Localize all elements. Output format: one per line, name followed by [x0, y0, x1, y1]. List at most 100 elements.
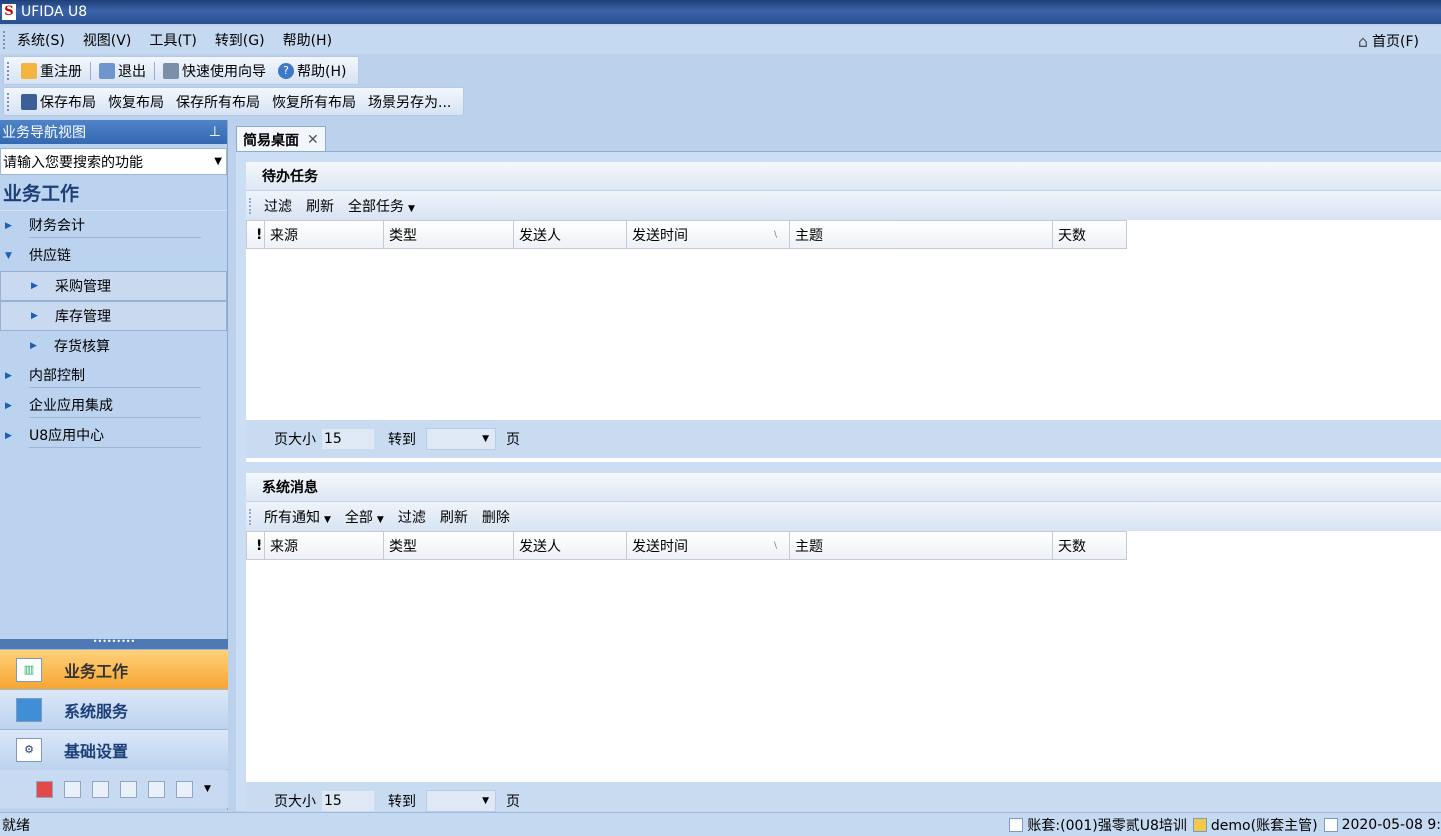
dropdown-arrow-icon[interactable]: ▼ — [214, 156, 222, 167]
column-header-subject[interactable]: 主题 — [790, 531, 1053, 560]
more-dropdown-icon[interactable]: ▼ — [204, 784, 211, 794]
column-header-days[interactable]: 天数 — [1053, 531, 1127, 560]
help-button[interactable]: ? 帮助(H) — [272, 61, 352, 81]
column-header-type[interactable]: 类型 — [384, 220, 514, 249]
column-header-sender[interactable]: 发送人 — [514, 531, 627, 560]
nav-icon-strip: ▼ — [0, 770, 228, 808]
messages-grid-body[interactable] — [246, 560, 1441, 782]
column-header-source[interactable]: 来源 — [265, 531, 384, 560]
filter-button[interactable]: 过滤 — [257, 196, 299, 216]
page-size-input[interactable]: 15 — [322, 791, 374, 811]
expand-arrow-icon[interactable]: ▶ — [5, 221, 15, 231]
expand-arrow-icon[interactable]: ▶ — [5, 371, 15, 381]
tree-item-inventory[interactable]: ▶ 库存管理 — [0, 301, 227, 331]
home-button[interactable]: ⌂ 首页(F) — [1358, 31, 1419, 51]
nav-button-business[interactable]: ▥ 业务工作 — [0, 649, 228, 689]
chevron-down-icon: ▼ — [408, 203, 415, 214]
menu-help[interactable]: 帮助(H) — [277, 30, 344, 50]
todo-pager: 页大小 15 转到 ▼ 页 — [246, 420, 1441, 458]
column-header-type[interactable]: 类型 — [384, 531, 514, 560]
function-search-input[interactable]: 请输入您要搜索的功能 ▼ — [0, 148, 227, 175]
all-notices-dropdown[interactable]: 所有通知 ▼ — [257, 507, 338, 527]
refresh-button[interactable]: 刷新 — [299, 196, 341, 216]
tree-item-label: 企业应用集成 — [29, 395, 201, 418]
expand-arrow-icon[interactable]: ▶ — [31, 281, 41, 291]
expand-arrow-icon[interactable]: ▶ — [5, 401, 15, 411]
page-select[interactable]: ▼ — [426, 428, 496, 450]
todo-grid-body[interactable] — [246, 249, 1441, 420]
toolbar-grip — [249, 508, 251, 525]
tree-item-label: 库存管理 — [55, 309, 111, 325]
collapse-arrow-icon[interactable]: ▼ — [5, 251, 15, 261]
nav-button-system-service[interactable]: 系统服务 — [0, 689, 228, 729]
nav-section-title: 业务工作 — [0, 175, 227, 211]
expand-arrow-icon[interactable]: ▶ — [30, 341, 40, 351]
menu-view[interactable]: 视图(V) — [77, 30, 144, 50]
menu-system[interactable]: 系统(S) — [11, 30, 77, 50]
exit-button[interactable]: 退出 — [93, 61, 152, 81]
tree-icon[interactable] — [120, 780, 137, 798]
stop-icon[interactable] — [36, 780, 53, 798]
save-scene-as-button[interactable]: 场景另存为... — [362, 92, 457, 112]
column-header-send-time[interactable]: 发送时间 \ — [627, 220, 790, 249]
pin-icon[interactable]: ⊥ — [209, 124, 221, 140]
restore-layout-button[interactable]: 恢复布局 — [102, 92, 170, 112]
column-header-subject[interactable]: 主题 — [790, 220, 1053, 249]
calendar-icon — [1323, 817, 1338, 832]
tree-item-internal-control[interactable]: ▶ 内部控制 — [0, 361, 227, 391]
goto-label: 转到 — [388, 794, 416, 810]
menu-tools[interactable]: 工具(T) — [143, 30, 208, 50]
menu-goto[interactable]: 转到(G) — [209, 30, 277, 50]
restore-all-layout-button[interactable]: 恢复所有布局 — [266, 92, 362, 112]
menu-bar: 系统(S) 视图(V) 工具(T) 转到(G) 帮助(H) ⌂ 首页(F) — [0, 26, 1441, 54]
messages-title: 系统消息 — [246, 473, 1441, 501]
all-tasks-dropdown[interactable]: 全部任务 ▼ — [341, 196, 422, 216]
tab-simple-desktop[interactable]: 简易桌面 ✕ — [236, 126, 326, 152]
column-header-flag[interactable]: ! — [246, 220, 265, 249]
column-header-days[interactable]: 天数 — [1053, 220, 1127, 249]
account-info: 账套:(001)强零贰U8培训 — [1027, 817, 1187, 834]
all-dropdown[interactable]: 全部 ▼ — [338, 507, 391, 527]
tree-item-integration[interactable]: ▶ 企业应用集成 — [0, 391, 227, 421]
expand-arrow-icon[interactable]: ▶ — [31, 311, 41, 321]
column-header-source[interactable]: 来源 — [265, 220, 384, 249]
windows-icon[interactable] — [148, 780, 165, 798]
page-size-input[interactable]: 15 — [322, 429, 374, 449]
todo-grid-header: ! 来源 类型 发送人 发送时间 \ 主题 天数 — [246, 220, 1441, 249]
menubar-grip[interactable] — [3, 31, 7, 49]
page-label: 页 — [506, 432, 520, 448]
close-icon[interactable]: ✕ — [307, 132, 319, 148]
status-bar: 就绪 账套:(001)强零贰U8培训 demo(账套主管) 2020-05-08… — [0, 812, 1441, 836]
mail-icon[interactable] — [176, 780, 193, 798]
column-header-sender[interactable]: 发送人 — [514, 220, 627, 249]
toolbar-grip[interactable] — [7, 92, 11, 111]
save-all-layout-button[interactable]: 保存所有布局 — [170, 92, 266, 112]
tree-item-purchase[interactable]: ▶ 采购管理 — [0, 271, 227, 301]
chart-icon: ▥ — [16, 657, 42, 682]
tree-item-stock-accounting[interactable]: ▶ 存货核算 — [0, 331, 227, 361]
splitter-handle[interactable]: ••••••••• — [0, 638, 228, 649]
edit-icon[interactable] — [64, 780, 81, 798]
status-text: 就绪 — [2, 817, 30, 834]
nav-button-basic-settings[interactable]: ⚙ 基础设置 — [0, 729, 228, 769]
filter-button[interactable]: 过滤 — [391, 507, 433, 527]
navigation-panel: 业务导航视图 ⊥ 请输入您要搜索的功能 ▼ 业务工作 ▶ 财务会计 ▼ 供应链 ▶ 采… — [0, 120, 228, 810]
delete-button[interactable]: 删除 — [475, 507, 517, 527]
tree-item-u8-center[interactable]: ▶ U8应用中心 — [0, 421, 227, 451]
tree-item-supply-chain[interactable]: ▼ 供应链 — [0, 241, 227, 271]
wizard-button[interactable]: 快速使用向导 — [157, 61, 272, 81]
chevron-down-icon: ▼ — [324, 514, 331, 525]
toolbar-grip[interactable] — [7, 61, 11, 80]
page-label: 页 — [506, 794, 520, 810]
page-select[interactable]: ▼ — [426, 790, 496, 812]
column-header-send-time[interactable]: 发送时间 \ — [627, 531, 790, 560]
column-header-flag[interactable]: ! — [246, 531, 265, 560]
monitor-icon — [16, 697, 42, 722]
expand-arrow-icon[interactable]: ▶ — [5, 431, 15, 441]
save-layout-button[interactable]: 保存布局 — [15, 92, 102, 112]
relogin-button[interactable]: 重注册 — [15, 61, 88, 81]
grid-icon[interactable] — [92, 780, 109, 798]
goto-label: 转到 — [388, 432, 416, 448]
refresh-button[interactable]: 刷新 — [433, 507, 475, 527]
tree-item-finance[interactable]: ▶ 财务会计 — [0, 211, 227, 241]
